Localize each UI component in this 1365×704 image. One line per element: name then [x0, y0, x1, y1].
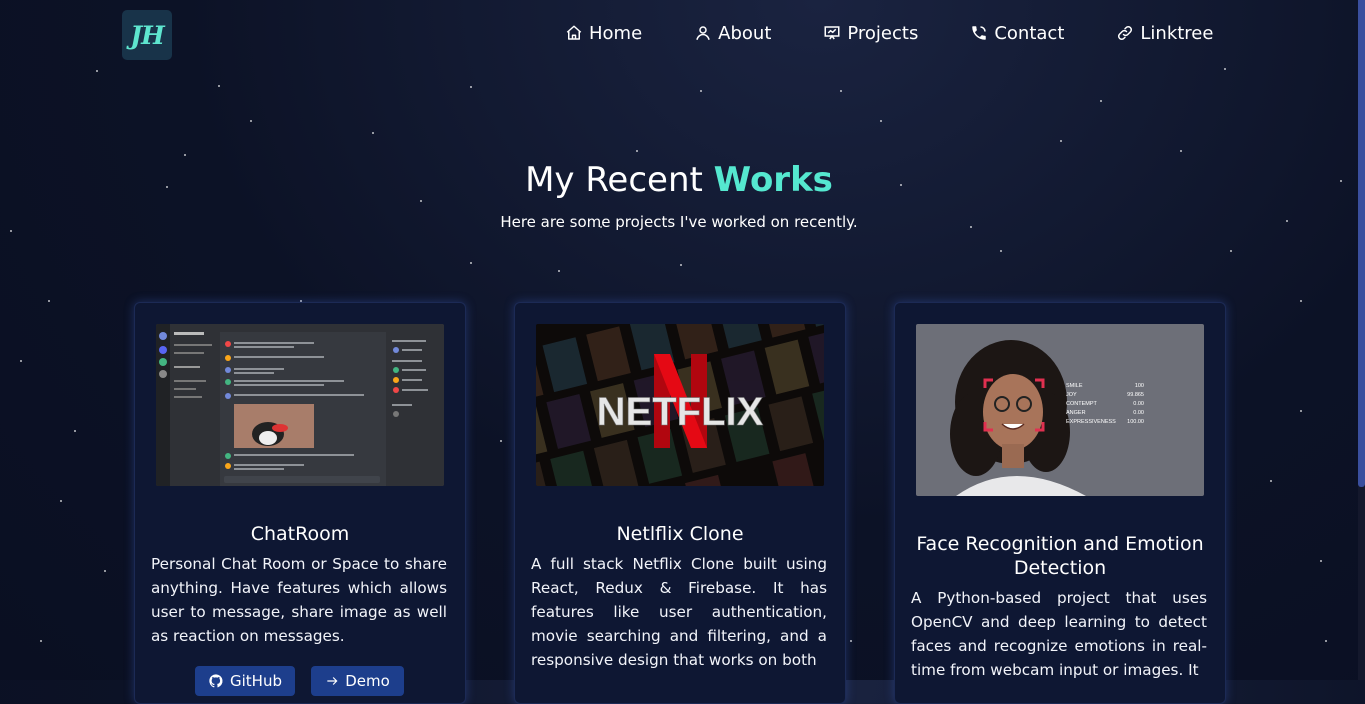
star: [558, 270, 560, 272]
project-desc-netflix: A full stack Netflix Clone built using R…: [531, 555, 827, 669]
project-card-netflix: NETFLIX Netlflix Clone A full stack Netf…: [514, 302, 846, 704]
nav-about[interactable]: About: [694, 20, 771, 46]
star: [1325, 640, 1327, 642]
star: [1180, 150, 1182, 152]
netflix-wordmark: NETFLIX: [597, 390, 764, 434]
star: [20, 360, 22, 362]
netflix-screenshot: NETFLIX: [536, 324, 824, 486]
main-nav: Home About Projects Contact Linktree: [565, 20, 1213, 46]
face-stat-label: SMILE: [1066, 383, 1083, 389]
presentation-icon: [824, 26, 840, 40]
project-desc-face-recognition: A Python-based project that uses OpenCV …: [911, 589, 1207, 679]
chatroom-github-label: GitHub: [230, 672, 282, 690]
star: [700, 90, 702, 92]
star: [40, 640, 42, 642]
project-card-chatroom: ChatRoom Personal Chat Room or Space to …: [134, 302, 466, 704]
star: [218, 85, 220, 87]
project-desc-chatroom: Personal Chat Room or Space to share any…: [151, 555, 447, 645]
face-stat-value: 100: [1135, 383, 1144, 389]
star: [840, 90, 842, 92]
star: [850, 640, 852, 642]
star: [96, 70, 98, 72]
chatroom-screenshot: [156, 324, 444, 486]
site-logo[interactable]: JH: [122, 10, 172, 60]
star: [500, 440, 502, 442]
nav-contact-label: Contact: [994, 22, 1065, 44]
project-title-chatroom: ChatRoom: [250, 523, 350, 545]
github-icon: [209, 674, 223, 688]
star: [48, 300, 50, 302]
face-stat-value: 0.00: [1133, 410, 1144, 416]
star: [250, 120, 252, 122]
chatroom-github-button[interactable]: GitHub: [195, 666, 295, 696]
chatroom-demo-button[interactable]: Demo: [311, 666, 404, 696]
user-icon: [696, 26, 710, 40]
nav-linktree-label: Linktree: [1140, 22, 1214, 44]
nav-projects-label: Projects: [847, 22, 919, 44]
section-title-accent: Works: [713, 160, 833, 200]
star: [1224, 68, 1226, 70]
star: [1000, 250, 1002, 252]
face-recognition-screenshot: SMILE 100 JOY 99.865 CONTEMPT 0.00 ANGER 0.00 EX…: [916, 324, 1204, 496]
project-card-face-recognition: SMILE 100 JOY 99.865 CONTEMPT 0.00 ANGER 0.00 EX…: [894, 302, 1226, 704]
section-title: My Recent Works: [0, 160, 1358, 200]
nav-contact[interactable]: Contact: [970, 20, 1064, 46]
face-stat-value: 99.865: [1127, 392, 1144, 398]
star: [1300, 300, 1302, 302]
star: [636, 150, 638, 152]
face-stat-value: 100.00: [1127, 419, 1144, 425]
star: [60, 500, 62, 502]
demo-icon: [327, 677, 338, 685]
nav-home[interactable]: Home: [565, 20, 642, 46]
star: [74, 430, 76, 432]
project-title-face-recognition: Face Recognition and Emotion Detection: [916, 533, 1204, 579]
star: [1060, 140, 1062, 142]
section-subtitle: Here are some projects I've worked on re…: [500, 213, 858, 231]
star: [880, 120, 882, 122]
face-stat-label: CONTEMPT: [1066, 401, 1098, 407]
star: [184, 154, 186, 156]
star: [104, 570, 106, 572]
page-scrollbar[interactable]: [1358, 0, 1365, 680]
face-stat-label: EXPRESSIVENESS: [1066, 419, 1116, 425]
home-icon: [566, 25, 582, 40]
star: [420, 200, 422, 202]
phone-icon: [972, 26, 987, 40]
star: [680, 264, 682, 266]
logo-text: JH: [130, 20, 164, 50]
face-stat-label: ANGER: [1066, 410, 1086, 416]
star: [1100, 100, 1102, 102]
star: [372, 132, 374, 134]
nav-linktree[interactable]: Linktree: [1116, 20, 1213, 46]
star: [470, 262, 472, 264]
star: [1320, 560, 1322, 562]
chatroom-demo-label: Demo: [345, 672, 390, 690]
nav-about-label: About: [718, 22, 772, 44]
nav-projects[interactable]: Projects: [823, 20, 918, 46]
face-stat-label: JOY: [1066, 392, 1077, 398]
link-icon: [1118, 25, 1133, 41]
nav-home-label: Home: [589, 22, 643, 44]
scrollbar-thumb[interactable]: [1358, 0, 1365, 487]
star: [1300, 410, 1302, 412]
project-title-netflix: Netlflix Clone: [616, 523, 744, 545]
section-title-plain: My Recent: [525, 160, 703, 200]
star: [1270, 480, 1272, 482]
star: [1230, 250, 1232, 252]
face-stat-value: 0.00: [1133, 401, 1144, 407]
star: [470, 86, 472, 88]
